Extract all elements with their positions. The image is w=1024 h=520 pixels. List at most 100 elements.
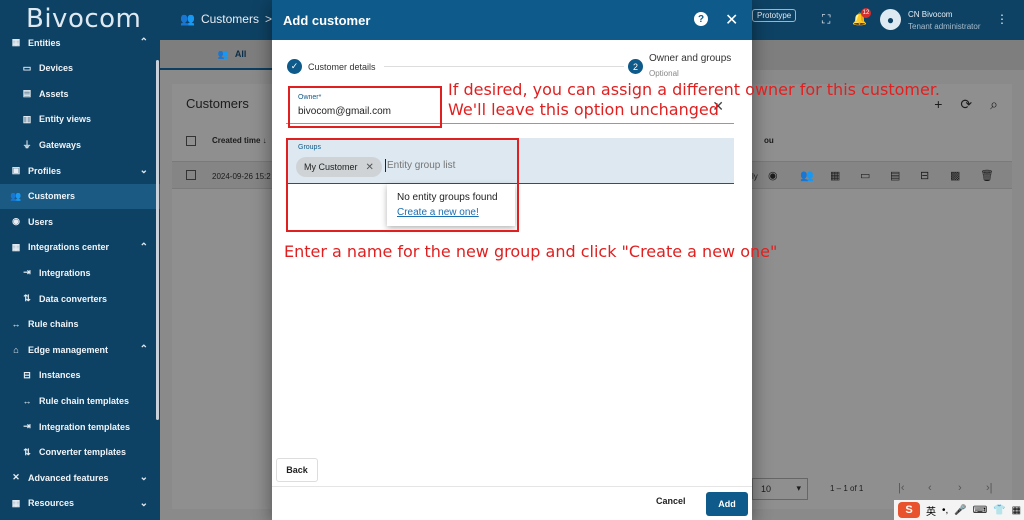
sidebar-item-users[interactable]: ◉ Users — [0, 209, 160, 234]
sidebar-item-advanced-features[interactable]: ✕ Advanced features ⌄ — [0, 465, 160, 490]
back-button[interactable]: Back — [276, 458, 318, 482]
sidebar-item-label: Gateways — [39, 139, 82, 150]
page-range: 1 – 1 of 1 — [830, 484, 864, 493]
sidebar-item-label: Integrations — [39, 267, 91, 278]
grid-icon[interactable]: ▦ — [1012, 505, 1021, 516]
add-button[interactable]: Add — [706, 492, 748, 516]
integration-templates-icon: ⇥ — [23, 421, 31, 431]
last-page-icon[interactable]: ›| — [986, 482, 993, 494]
entity-views-icon: ▥ — [22, 113, 32, 124]
customers-icon: 👥 — [180, 12, 195, 26]
row-partial-text: ly — [752, 172, 758, 181]
sidebar-item-assets[interactable]: ▤ Assets — [0, 81, 160, 106]
users-icon[interactable]: 👥 — [800, 169, 814, 182]
chevron-up-icon[interactable]: ⌃ — [140, 37, 148, 48]
step-customer-details[interactable]: ✓ Customer details — [287, 59, 376, 74]
groups-annotation: Enter a name for the new group and click… — [284, 242, 778, 261]
sidebar-item-profiles[interactable]: ▣ Profiles ⌄ — [0, 158, 160, 183]
refresh-icon[interactable]: ⟳ — [960, 96, 972, 113]
page-size-select[interactable]: 10 ▾ — [752, 478, 808, 500]
prototype-badge: Prototype — [752, 9, 797, 22]
rule-chains-icon: ↔ — [11, 319, 21, 330]
page-size-value: 10 — [761, 484, 772, 494]
fullscreen-icon[interactable]: ⛶ — [822, 12, 830, 27]
sidebar-item-data-converters[interactable]: ⇅ Data converters — [0, 286, 160, 311]
next-page-icon[interactable]: › — [958, 482, 962, 494]
breadcrumb[interactable]: 👥 Customers > — [180, 12, 272, 26]
sidebar-item-rule-chain-templates[interactable]: ↔ Rule chain templates — [0, 388, 160, 413]
sidebar-item-label: Devices — [39, 63, 74, 74]
sidebar-item-edge-management[interactable]: ⌂ Edge management ⌃ — [0, 337, 160, 362]
row-checkbox[interactable] — [186, 170, 196, 180]
close-icon[interactable]: ✕ — [725, 10, 738, 30]
sidebar-item-label: Data converters — [39, 293, 108, 304]
sidebar-item-label: Instances — [39, 370, 81, 381]
sidebar-item-rule-chains[interactable]: ↔ Rule chains — [0, 312, 160, 337]
sidebar-item-customers[interactable]: 👥 Customers — [0, 183, 160, 209]
owner-annotation-line1: If desired, you can assign a different o… — [448, 80, 941, 99]
first-page-icon[interactable]: |‹ — [898, 482, 905, 494]
chevron-down-icon[interactable]: ⌄ — [140, 165, 148, 176]
help-icon[interactable]: ? — [694, 12, 708, 26]
chevron-down-icon[interactable]: ⌄ — [140, 498, 148, 509]
owner-highlight-box — [288, 86, 442, 128]
sidebar-item-instances[interactable]: ⊟ Instances — [0, 363, 160, 388]
sidebar-item-gateways[interactable]: ⏚ Gateways — [0, 132, 160, 157]
sidebar-item-label: Rule chains — [28, 319, 79, 330]
chevron-up-icon[interactable]: ⌃ — [140, 242, 148, 253]
sidebar-item-converter-templates[interactable]: ⇅ Converter templates — [0, 440, 160, 465]
step2-number: 2 — [628, 59, 643, 74]
sidebar-item-entity-views[interactable]: ▥ Entity views — [0, 107, 160, 132]
search-icon[interactable]: ⌕ — [990, 96, 998, 113]
gateways-icon: ⏚ — [22, 140, 32, 151]
column-created-time[interactable]: Created time ↓ — [212, 136, 267, 145]
step-owner-groups[interactable]: 2 — [628, 59, 643, 74]
devices-icon: ▭ — [22, 62, 32, 73]
row-created-time: 2024-09-26 15:2 — [212, 172, 271, 181]
step2-label: Owner and groups — [649, 53, 732, 64]
sidebar-item-label: Advanced features — [28, 472, 109, 483]
sidebar-scrollbar[interactable] — [156, 60, 159, 420]
microphone-icon[interactable]: 🎤 — [954, 505, 966, 516]
sidebar-item-integration-templates[interactable]: ⇥ Integration templates — [0, 414, 160, 439]
account-icon[interactable]: ◉ — [768, 169, 778, 182]
user-avatar[interactable]: ● — [880, 9, 901, 30]
sidebar-item-integrations[interactable]: ⇥ Integrations — [0, 260, 160, 285]
card-actions: + ⟳ ⌕ — [934, 96, 998, 113]
ime-language[interactable]: 英 — [926, 503, 936, 518]
sidebar-item-devices[interactable]: ▭ Devices — [0, 56, 160, 81]
chevron-down-icon: ▾ — [796, 483, 801, 493]
previous-page-icon[interactable]: ‹ — [928, 482, 932, 494]
more-menu-icon[interactable]: ⋮ — [996, 12, 1008, 26]
skin-icon[interactable]: 👕 — [993, 505, 1005, 516]
sidebar-item-resources[interactable]: ▦ Resources ⌄ — [0, 491, 160, 516]
rule-chain-templates-icon: ↔ — [22, 395, 32, 406]
assets-icon[interactable]: ▦ — [830, 169, 840, 182]
sidebar-item-integrations-center[interactable]: ▦ Integrations center ⌃ — [0, 235, 160, 260]
page-title: Customers — [186, 96, 249, 111]
integrations-center-icon: ▦ — [11, 241, 21, 252]
edge-icon[interactable]: ⊟ — [920, 169, 929, 182]
notification-count-badge: 12 — [861, 8, 871, 18]
devices-icon[interactable]: ▭ — [860, 169, 870, 182]
keyboard-icon[interactable]: ⌨ — [973, 505, 987, 516]
delete-icon[interactable]: 🗑 — [980, 169, 994, 182]
sidebar-item-label: Customers — [28, 191, 76, 202]
select-all-checkbox[interactable] — [186, 136, 196, 146]
chevron-up-icon[interactable]: ⌃ — [140, 344, 148, 355]
entity-views-icon[interactable]: ▩ — [950, 169, 960, 182]
user-role: Tenant administrator — [908, 22, 981, 31]
cancel-button[interactable]: Cancel — [656, 496, 686, 506]
advanced-features-icon: ✕ — [12, 472, 20, 483]
data-converters-icon: ⇅ — [23, 293, 31, 303]
tab-all-label: All — [234, 49, 247, 59]
sidebar-item-entities[interactable]: ▦ Entities ⌃ — [0, 30, 160, 55]
chevron-down-icon[interactable]: ⌄ — [140, 472, 148, 483]
group-icon: 👥 — [217, 48, 229, 59]
ime-logo-icon[interactable]: S — [898, 502, 920, 518]
sidebar-item-label: Resources — [28, 498, 75, 509]
punctuation-icon[interactable]: •, — [942, 505, 948, 516]
breadcrumb-customers[interactable]: Customers — [201, 12, 259, 26]
column-title-partial: ou — [764, 136, 774, 145]
dashboards-icon[interactable]: ▤ — [890, 169, 900, 182]
